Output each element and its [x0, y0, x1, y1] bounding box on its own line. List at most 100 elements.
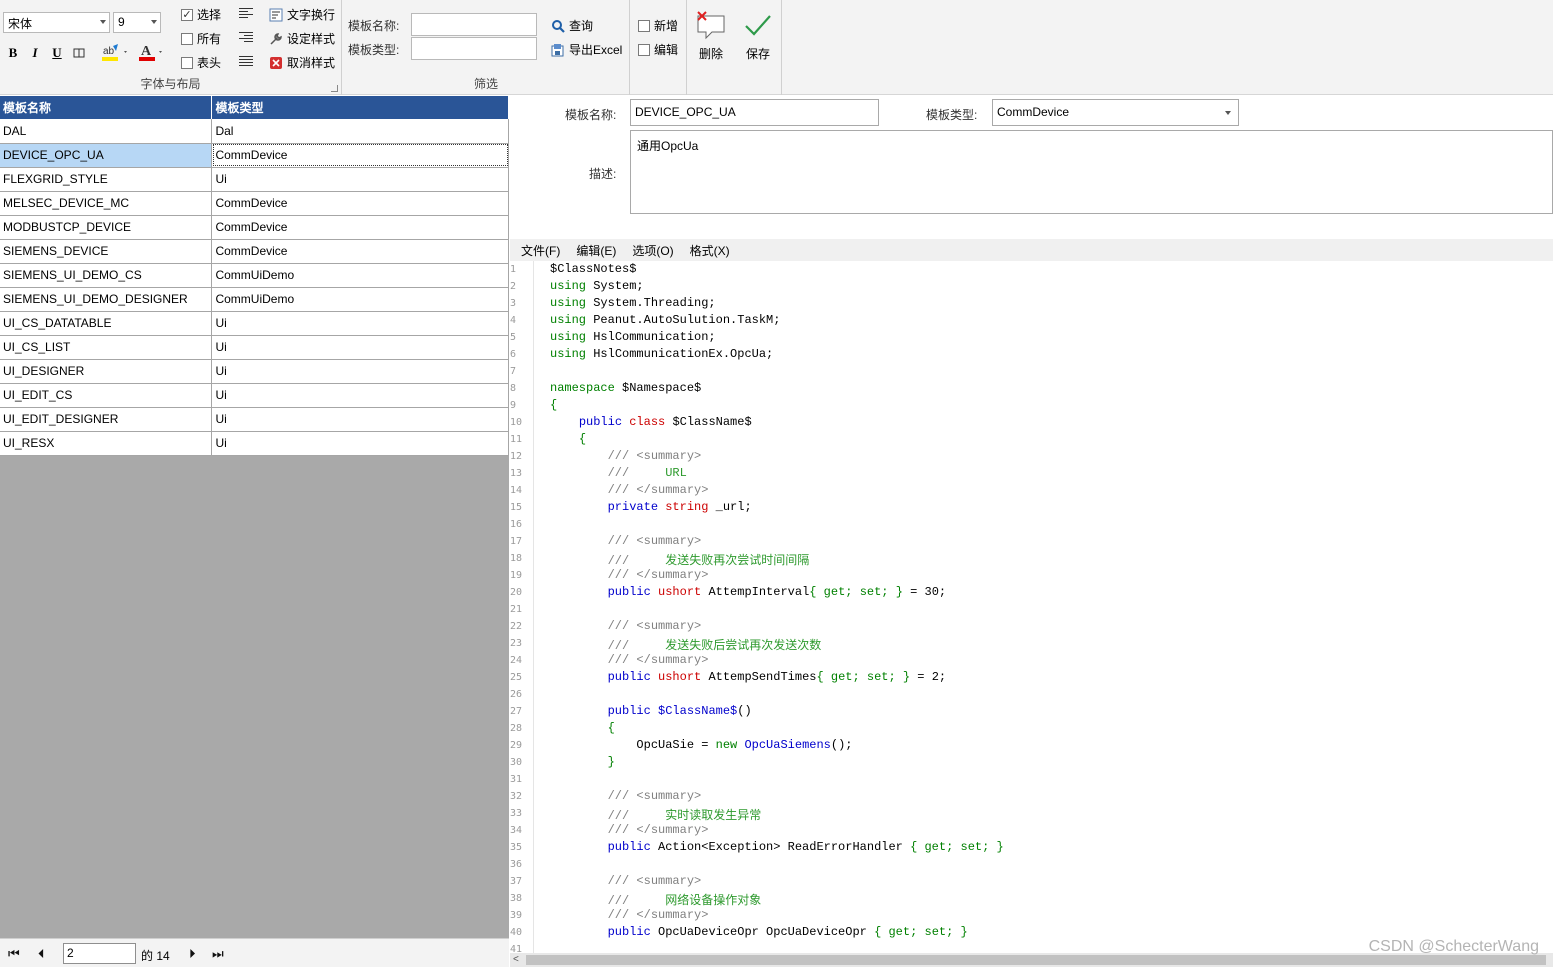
highlight-color-button[interactable]: ab	[100, 42, 132, 61]
cancel-style-button[interactable]: 取消样式	[269, 54, 335, 71]
template-name-input[interactable]: DEVICE_OPC_UA	[630, 99, 879, 126]
column-header-name[interactable]: 模板名称	[0, 96, 213, 119]
cell-type[interactable]: CommDevice	[211, 215, 509, 240]
cell-type[interactable]: CommDevice	[211, 239, 509, 264]
align-left-icon[interactable]	[239, 8, 253, 19]
table-row[interactable]: FLEXGRID_STYLE Ui	[0, 167, 509, 192]
table-row[interactable]: UI_CS_LIST Ui	[0, 335, 509, 360]
cell-name[interactable]: MODBUSTCP_DEVICE	[0, 215, 213, 240]
menu-edit[interactable]: 编辑(E)	[576, 242, 616, 259]
delete-icon	[697, 11, 725, 40]
check-header[interactable]: 表头	[181, 54, 221, 71]
italic-button[interactable]: I	[26, 44, 44, 62]
template-detail-form: 模板名称: DEVICE_OPC_UA 模板类型: CommDevice 描述:…	[510, 96, 1553, 239]
align-right-icon[interactable]	[239, 32, 253, 43]
table-row[interactable]: SIEMENS_UI_DEMO_CS CommUiDemo	[0, 263, 509, 288]
cell-name[interactable]: SIEMENS_UI_DEMO_DESIGNER	[0, 287, 213, 312]
add-checkbox[interactable]	[638, 19, 650, 32]
cell-type[interactable]: CommDevice	[211, 143, 509, 168]
code-token: private	[607, 500, 659, 514]
table-row[interactable]: UI_CS_DATATABLE Ui	[0, 311, 509, 336]
cell-name[interactable]: UI_CS_LIST	[0, 335, 213, 360]
table-row[interactable]: MODBUSTCP_DEVICE CommDevice	[0, 215, 509, 240]
table-row[interactable]: UI_EDIT_CS Ui	[0, 383, 509, 408]
description-textarea[interactable]: 通用OpcUa	[630, 130, 1553, 214]
cell-type[interactable]: Dal	[211, 119, 509, 144]
svg-text:ab: ab	[103, 46, 115, 57]
line-number: 18	[510, 553, 523, 564]
border-button[interactable]	[70, 44, 88, 62]
editor-menubar: 文件(F) 编辑(E) 选项(O) 格式(X)	[510, 239, 1553, 261]
line-number: 16	[510, 519, 523, 530]
wrap-text-button[interactable]: 文字换行	[269, 6, 335, 23]
table-row[interactable]: SIEMENS_DEVICE CommDevice	[0, 239, 509, 264]
table-row[interactable]: UI_EDIT_DESIGNER Ui	[0, 407, 509, 432]
cell-type[interactable]: CommUiDemo	[211, 287, 509, 312]
menu-file[interactable]: 文件(F)	[521, 242, 560, 259]
check-edit[interactable]: 编辑	[638, 41, 678, 58]
align-justify-icon[interactable]	[239, 56, 253, 67]
table-row[interactable]: DAL Dal	[0, 119, 509, 144]
set-style-button[interactable]: 设定样式	[269, 30, 335, 47]
cell-name[interactable]: UI_EDIT_DESIGNER	[0, 407, 213, 432]
dialog-launcher-icon[interactable]	[331, 85, 338, 92]
column-header-type[interactable]: 模板类型	[211, 96, 509, 119]
table-row[interactable]: MELSEC_DEVICE_MC CommDevice	[0, 191, 509, 216]
cell-name[interactable]: DEVICE_OPC_UA	[0, 143, 213, 168]
query-button[interactable]: 查询	[551, 17, 593, 34]
cell-name[interactable]: UI_EDIT_CS	[0, 383, 213, 408]
template-type-select[interactable]: CommDevice	[992, 99, 1239, 126]
export-excel-button[interactable]: 导出Excel	[551, 41, 622, 58]
underline-button[interactable]: U	[48, 44, 66, 62]
filter-name-input[interactable]	[411, 13, 537, 36]
last-page-icon[interactable]: ⏭	[212, 946, 224, 962]
check-add[interactable]: 新增	[638, 17, 678, 34]
select-checkbox[interactable]: ✓	[181, 8, 193, 21]
cell-type[interactable]: Ui	[211, 311, 509, 336]
edit-checkbox[interactable]	[638, 43, 650, 56]
filter-type-input[interactable]	[411, 37, 537, 60]
cell-type[interactable]: Ui	[211, 167, 509, 192]
table-row[interactable]: UI_DESIGNER Ui	[0, 359, 509, 384]
bold-button[interactable]: B	[4, 44, 22, 62]
page-number-input[interactable]: 2	[63, 943, 136, 964]
cell-name[interactable]: FLEXGRID_STYLE	[0, 167, 213, 192]
menu-options[interactable]: 选项(O)	[632, 242, 673, 259]
save-button[interactable]: 保存	[738, 10, 778, 62]
cell-name[interactable]: SIEMENS_DEVICE	[0, 239, 213, 264]
delete-button[interactable]: 删除	[691, 10, 731, 62]
font-name-combo[interactable]: 宋体	[3, 12, 110, 33]
code-token: namespace	[550, 381, 615, 395]
cell-name[interactable]: UI_DESIGNER	[0, 359, 213, 384]
code-token: /// <summary>	[607, 619, 702, 633]
cell-type[interactable]: Ui	[211, 359, 509, 384]
cell-type[interactable]: CommUiDemo	[211, 263, 509, 288]
font-color-button[interactable]: A	[137, 42, 167, 61]
cell-type[interactable]: Ui	[211, 407, 509, 432]
all-checkbox[interactable]	[181, 32, 193, 45]
font-layout-group: 宋体 9 B I U ab A ✓ 选择 所有 表头 文字换行 设定样式 取消样…	[0, 0, 342, 95]
cell-name[interactable]: DAL	[0, 119, 213, 144]
cell-name[interactable]: SIEMENS_UI_DEMO_CS	[0, 263, 213, 288]
font-size-combo[interactable]: 9	[113, 12, 161, 33]
next-page-icon[interactable]: ⏵	[189, 946, 196, 962]
check-all[interactable]: 所有	[181, 30, 221, 47]
check-select[interactable]: ✓ 选择	[181, 6, 221, 23]
first-page-icon[interactable]: ⏮	[8, 946, 20, 962]
table-row[interactable]: SIEMENS_UI_DEMO_DESIGNER CommUiDemo	[0, 287, 509, 312]
table-row[interactable]: UI_RESX Ui	[0, 431, 509, 456]
cell-type[interactable]: Ui	[211, 431, 509, 456]
cell-name[interactable]: MELSEC_DEVICE_MC	[0, 191, 213, 216]
prev-page-icon[interactable]: ⏴	[38, 946, 45, 962]
table-row-selected[interactable]: DEVICE_OPC_UA CommDevice	[0, 143, 509, 168]
scrollbar-thumb[interactable]	[526, 955, 1546, 965]
menu-format[interactable]: 格式(X)	[690, 242, 730, 259]
scroll-left-icon[interactable]: <	[513, 954, 519, 965]
cell-type[interactable]: CommDevice	[211, 191, 509, 216]
cell-name[interactable]: UI_RESX	[0, 431, 213, 456]
header-checkbox[interactable]	[181, 56, 193, 69]
code-editor[interactable]: 1 2 3 4 5 6 7 8 9 10 11 12 13 14 15 16 17 18 19 20 21 22 23 24 2…	[510, 261, 1553, 953]
cell-name[interactable]: UI_CS_DATATABLE	[0, 311, 213, 336]
cell-type[interactable]: Ui	[211, 335, 509, 360]
cell-type[interactable]: Ui	[211, 383, 509, 408]
